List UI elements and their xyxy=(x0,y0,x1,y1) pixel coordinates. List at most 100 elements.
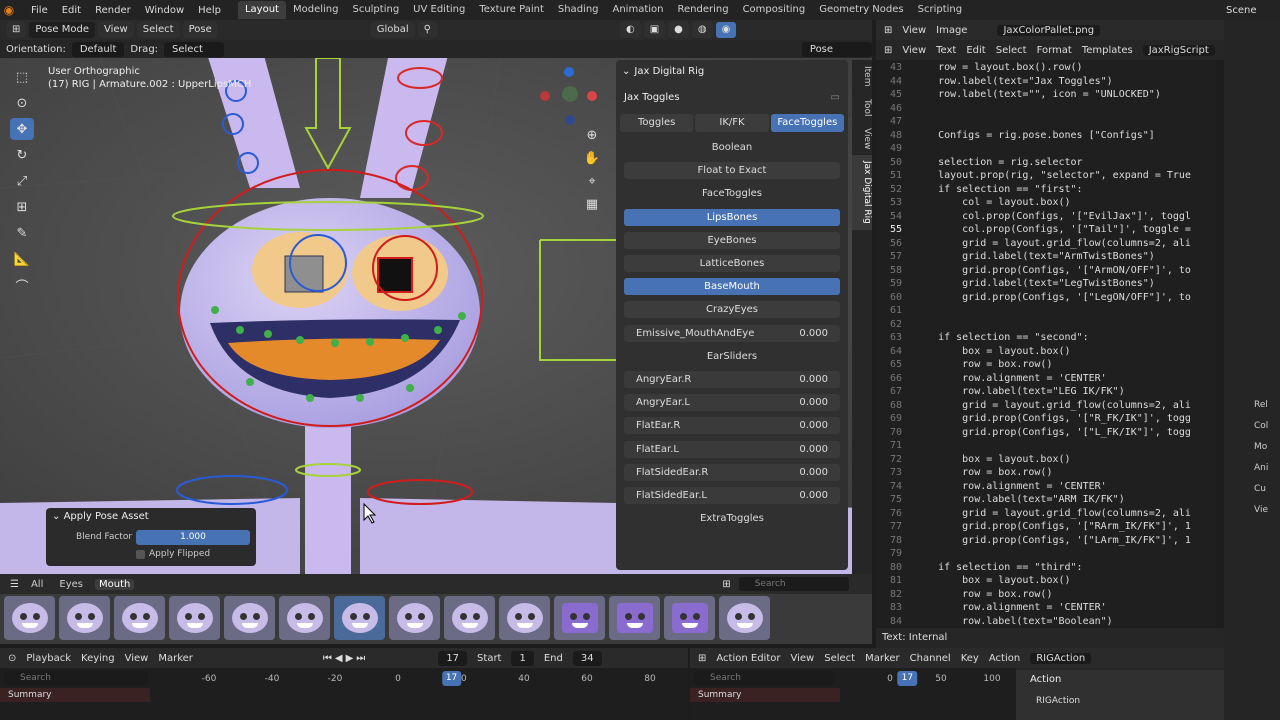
outliner-label[interactable]: Mo xyxy=(1254,442,1267,452)
asset-tab-mouth[interactable]: Mouth xyxy=(94,578,135,590)
code-line[interactable]: layout.prop(rig, "selector", expand = Tr… xyxy=(914,170,1191,181)
pan-hand-icon[interactable]: ✋ xyxy=(584,151,600,166)
toggle-latticebones[interactable]: LatticeBones xyxy=(624,255,840,272)
text-select-menu[interactable]: Select xyxy=(996,45,1027,56)
tab-geometry-nodes[interactable]: Geometry Nodes xyxy=(812,1,910,19)
code-line[interactable]: row.alignment = 'CENTER' xyxy=(914,602,1107,613)
code-line[interactable]: grid.prop(Configs, '["R_FK/IK"]', togg xyxy=(914,413,1191,424)
shading-solid-icon[interactable]: ● xyxy=(668,22,689,38)
current-frame-field[interactable]: 17 xyxy=(438,650,468,666)
bone-tool-icon[interactable]: ⌒ xyxy=(10,274,34,296)
code-line[interactable]: if selection == "third": xyxy=(914,562,1083,573)
annotate-tool-icon[interactable]: ✎ xyxy=(10,222,34,244)
transform-orientation[interactable]: Global xyxy=(370,22,415,38)
code-line[interactable]: row.label(text="", icon = "UNLOCKED") xyxy=(914,89,1161,100)
action-select-menu[interactable]: Select xyxy=(824,653,855,664)
text-format-menu[interactable]: Format xyxy=(1037,45,1072,56)
mode-selector[interactable]: Pose Mode xyxy=(29,22,95,38)
image-menu[interactable]: Image xyxy=(936,25,967,36)
code-line[interactable]: grid.prop(Configs, '["L_FK/IK"]', togg xyxy=(914,427,1191,438)
slider-value[interactable]: 0.000 xyxy=(799,374,828,385)
text-templates-menu[interactable]: Templates xyxy=(1082,45,1133,56)
code-line[interactable]: row.alignment = 'CENTER' xyxy=(914,373,1107,384)
image-name-field[interactable]: JaxColorPallet.png xyxy=(997,24,1101,36)
pose-menu[interactable]: Pose xyxy=(182,22,218,38)
slider-value[interactable]: 0.000 xyxy=(799,490,828,501)
timeline-summary-row[interactable]: Summary xyxy=(0,688,150,702)
pose-thumbnail[interactable] xyxy=(224,596,275,640)
code-line[interactable]: grid.label(text="LegTwistBones") xyxy=(914,278,1155,289)
action-view-menu[interactable]: View xyxy=(790,653,814,664)
drag-dropdown[interactable]: Select Box xyxy=(164,41,224,70)
menu-window[interactable]: Window xyxy=(138,5,191,16)
action-ruler[interactable]: Search Summary 0 50 100 17 xyxy=(690,668,1016,720)
code-line[interactable]: row.label(text="ARM IK/FK") xyxy=(914,494,1125,505)
current-frame-indicator[interactable]: 17 xyxy=(441,671,462,686)
slider-flatear-r[interactable]: FlatEar.R 0.000 xyxy=(624,417,840,435)
tab-uv-editing[interactable]: UV Editing xyxy=(406,1,472,19)
shading-render-icon[interactable]: ◉ xyxy=(715,22,737,38)
pose-thumbnail[interactable] xyxy=(169,596,220,640)
action-key-menu[interactable]: Key xyxy=(961,653,979,664)
scene-label[interactable]: Scene xyxy=(1226,5,1257,16)
timeline-marker-menu[interactable]: Marker xyxy=(158,653,193,664)
code-line[interactable]: row = box.row() xyxy=(914,359,1052,370)
action-name-field[interactable]: RIGAction xyxy=(1030,652,1092,664)
code-line[interactable]: row = box.row() xyxy=(914,467,1052,478)
code-line[interactable]: row = box.row() xyxy=(914,589,1052,600)
pose-thumbnail[interactable] xyxy=(334,596,385,640)
blender-logo-icon[interactable]: ◉ xyxy=(0,3,18,17)
keying-menu[interactable]: Keying xyxy=(81,653,115,664)
rotate-tool-icon[interactable]: ↻ xyxy=(10,144,34,166)
timeline-view-menu[interactable]: View xyxy=(125,653,149,664)
code-line[interactable]: row.label(text="Jax Toggles") xyxy=(914,76,1113,87)
slider-flatear-l[interactable]: FlatEar.L 0.000 xyxy=(624,440,840,458)
code-line[interactable]: row.alignment = 'CENTER' xyxy=(914,481,1107,492)
popup-header[interactable]: ⌄ Apply Pose Asset xyxy=(52,511,149,522)
code-line[interactable]: grid = layout.grid_flow(columns=2, ali xyxy=(914,400,1191,411)
camera-icon[interactable]: ⌖ xyxy=(588,174,595,189)
timeline-ruler[interactable]: Search Summary -60 -40 -20 0 20 40 60 80 17 xyxy=(0,668,688,720)
outliner-label[interactable]: Col xyxy=(1254,421,1268,431)
end-frame-field[interactable]: 34 xyxy=(572,650,602,666)
pose-thumbnail[interactable] xyxy=(389,596,440,640)
tab-scripting[interactable]: Scripting xyxy=(911,1,969,19)
code-line[interactable]: col = layout.box() xyxy=(914,197,1070,208)
xray-icon[interactable]: ▣ xyxy=(643,22,666,38)
tab-compositing[interactable]: Compositing xyxy=(736,1,813,19)
pose-thumbnail[interactable] xyxy=(609,596,660,640)
menu-edit[interactable]: Edit xyxy=(55,5,88,16)
action-current-frame-indicator[interactable]: 17 xyxy=(897,671,918,686)
code-line[interactable]: grid.prop(Configs, '["ArmON/OFF"]', to xyxy=(914,265,1191,276)
toggle-eyebones[interactable]: EyeBones xyxy=(624,231,840,249)
transform-tool-icon[interactable]: ⊞ xyxy=(10,196,34,218)
action-search-input[interactable]: Search xyxy=(694,671,834,685)
code-line[interactable]: box = layout.box() xyxy=(914,346,1070,357)
outliner-label[interactable]: Vie xyxy=(1254,505,1268,515)
chevron-down-icon[interactable]: ⌄ xyxy=(52,511,60,522)
text-edit-menu[interactable]: Edit xyxy=(966,45,985,56)
outliner-label[interactable]: Rel xyxy=(1254,400,1268,410)
menu-help[interactable]: Help xyxy=(191,5,228,16)
editor-type-icon[interactable]: ⊙ xyxy=(8,653,16,664)
slider-angryear-l[interactable]: AngryEar.L 0.000 xyxy=(624,394,840,412)
tab-facetoggles[interactable]: FaceToggles xyxy=(770,114,844,132)
pose-thumbnail[interactable] xyxy=(444,596,495,640)
tab-ik-fk[interactable]: IK/FK xyxy=(695,114,769,132)
slider-value[interactable]: 0.000 xyxy=(799,420,828,431)
snap-icon[interactable]: ⚲ xyxy=(417,22,437,38)
select-tool-icon[interactable]: ⬚ xyxy=(10,66,34,88)
shading-material-icon[interactable]: ◍ xyxy=(691,22,713,38)
editor-type-icon[interactable]: ⊞ xyxy=(698,653,706,664)
hamburger-icon[interactable]: ☰ xyxy=(10,579,19,590)
code-line[interactable]: col.prop(Configs, '["EvilJax"]', toggl xyxy=(914,211,1191,222)
pose-thumbnail[interactable] xyxy=(59,596,110,640)
orientation-dropdown[interactable]: Default xyxy=(71,41,125,57)
code-line[interactable]: grid.prop(Configs, '["LegON/OFF"]', to xyxy=(914,292,1191,303)
tab-layout[interactable]: Layout xyxy=(237,1,286,19)
editor-type-icon[interactable]: ⊞ xyxy=(884,25,892,36)
menu-file[interactable]: File xyxy=(24,5,55,16)
asset-tab-all[interactable]: All xyxy=(27,579,47,590)
toggle-crazyeyes[interactable]: CrazyEyes xyxy=(624,301,840,319)
action-mode-dropdown[interactable]: Action Editor xyxy=(716,653,780,664)
